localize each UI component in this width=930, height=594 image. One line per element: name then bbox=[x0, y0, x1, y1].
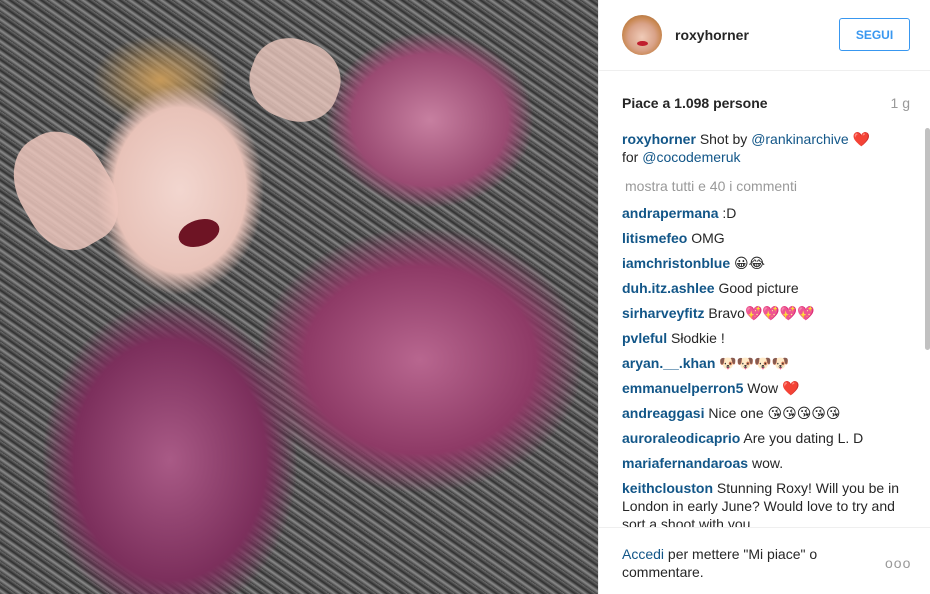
comment-username[interactable]: mariafernandaroas bbox=[622, 455, 748, 471]
comment: iamchristonblue 😀😂 bbox=[622, 254, 910, 272]
caption-username[interactable]: roxyhorner bbox=[622, 131, 696, 147]
load-more-comments[interactable]: mostra tutti e 40 i commenti bbox=[625, 177, 910, 195]
comment-text: Nice one 😘😘😘😘😘 bbox=[708, 405, 841, 421]
comment: keithclouston Stunning Roxy! Will you be… bbox=[622, 479, 910, 527]
comment-text: :D bbox=[722, 205, 737, 221]
caption-mention-cocodemeruk[interactable]: @cocodemeruk bbox=[642, 149, 740, 165]
caption-mention-rankinarchive[interactable]: @rankinarchive bbox=[751, 131, 848, 147]
comment-text: OMG bbox=[691, 230, 725, 246]
comment: duh.itz.ashlee Good picture bbox=[622, 279, 910, 297]
photo-lips bbox=[175, 214, 223, 252]
caption: roxyhorner Shot by @rankinarchive ❤️ for… bbox=[622, 130, 910, 166]
comment-text: Słodkie ! bbox=[671, 330, 725, 346]
caption-text: Shot by bbox=[699, 131, 752, 147]
comment-text: wow. bbox=[751, 455, 784, 471]
follow-button[interactable]: SEGUI bbox=[839, 18, 910, 51]
photo-hand-right bbox=[239, 27, 351, 133]
comment: mariafernandaroas wow. bbox=[622, 454, 910, 472]
comment: pvleful Słodkie ! bbox=[622, 329, 910, 347]
comments-list[interactable]: roxyhorner Shot by @rankinarchive ❤️ for… bbox=[622, 130, 910, 527]
comment-text: Are you dating L. D bbox=[743, 430, 864, 446]
more-options-icon[interactable]: ooo bbox=[885, 555, 911, 571]
comments-scrollbar-thumb[interactable] bbox=[925, 128, 930, 350]
comment: andreaggasi Nice one 😘😘😘😘😘 bbox=[622, 404, 910, 422]
post-photo bbox=[0, 0, 598, 594]
caption-text-2: for bbox=[622, 149, 643, 165]
comment: andrapermana :D bbox=[622, 204, 910, 222]
comment: sirharveyfitz Bravo💖💖💖💖 bbox=[622, 304, 910, 322]
avatar-detail bbox=[637, 41, 648, 46]
comment: emmanuelperron5 Wow ❤️ bbox=[622, 379, 910, 397]
likes-count[interactable]: Piace a 1.098 persone bbox=[622, 95, 768, 111]
avatar[interactable] bbox=[622, 15, 662, 55]
comment-username[interactable]: andreaggasi bbox=[622, 405, 704, 421]
comment-text: Wow ❤️ bbox=[747, 380, 800, 396]
comment-text: Bravo💖💖💖💖 bbox=[708, 305, 815, 321]
login-link[interactable]: Accedi bbox=[622, 546, 664, 562]
post-header: roxyhorner SEGUI bbox=[599, 0, 930, 71]
comment-username[interactable]: keithclouston bbox=[622, 480, 713, 496]
comment-text: 😀😂 bbox=[734, 255, 765, 271]
comment-username[interactable]: pvleful bbox=[622, 330, 667, 346]
comment: litismefeo OMG bbox=[622, 229, 910, 247]
comment-username[interactable]: aryan.__.khan bbox=[622, 355, 715, 371]
comment-username[interactable]: sirharveyfitz bbox=[622, 305, 704, 321]
post-time[interactable]: 1 g bbox=[891, 95, 910, 111]
comment-username[interactable]: litismefeo bbox=[622, 230, 687, 246]
comment-username[interactable]: emmanuelperron5 bbox=[622, 380, 743, 396]
comment-text: Good picture bbox=[718, 280, 799, 296]
comment-username[interactable]: auroraleodicaprio bbox=[622, 430, 740, 446]
comment: aryan.__.khan 🐶🐶🐶🐶 bbox=[622, 354, 910, 372]
post-side-panel: roxyhorner SEGUI Piace a 1.098 persone 1… bbox=[598, 0, 930, 594]
comment-text: 🐶🐶🐶🐶 bbox=[719, 355, 790, 371]
header-username[interactable]: roxyhorner bbox=[675, 27, 749, 43]
comment: auroraleodicaprio Are you dating L. D bbox=[622, 429, 910, 447]
post-footer: Accedi per mettere "Mi piace" o commenta… bbox=[599, 527, 930, 594]
comment-username[interactable]: duh.itz.ashlee bbox=[622, 280, 715, 296]
heart-emoji: ❤️ bbox=[852, 131, 870, 147]
comment-username[interactable]: iamchristonblue bbox=[622, 255, 730, 271]
comment-username[interactable]: andrapermana bbox=[622, 205, 718, 221]
likes-row: Piace a 1.098 persone 1 g bbox=[622, 95, 910, 113]
photo-hand-left bbox=[0, 115, 134, 265]
login-prompt: Accedi per mettere "Mi piace" o commenta… bbox=[622, 545, 852, 581]
